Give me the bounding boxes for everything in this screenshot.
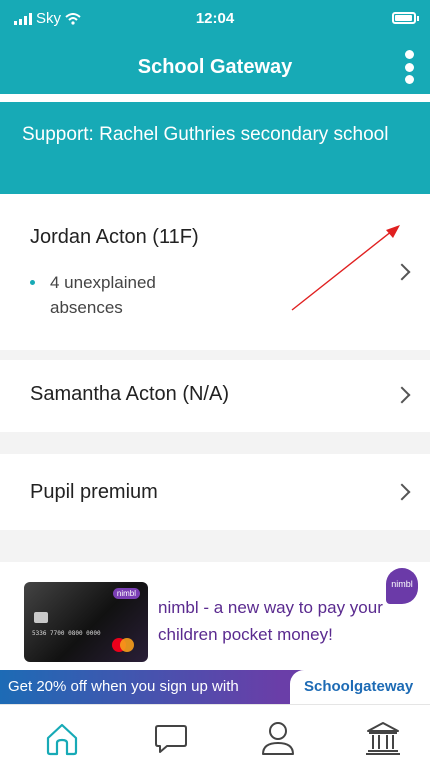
tab-profile[interactable] — [250, 715, 306, 761]
person-icon — [262, 722, 294, 755]
ad-headline: nimbl - a new way to pay your children p… — [158, 598, 383, 644]
nimbl-card-image: nimbl 5336 7700 0800 0000 — [24, 582, 148, 662]
schoolgateway-logo: Schoolgateway — [290, 670, 430, 704]
tab-messages[interactable] — [143, 715, 199, 761]
mastercard-logo-icon — [120, 638, 134, 652]
header-divider — [0, 94, 430, 102]
pupil-name: Jordan Acton (11F) — [30, 226, 199, 248]
support-banner[interactable]: Support: Rachel Guthries secondary schoo… — [0, 102, 430, 194]
status-time: 12:04 — [195, 10, 235, 27]
tab-bar — [0, 704, 430, 769]
promo-text: Get 20% off when you sign up with — [8, 678, 239, 695]
pupil-premium-row[interactable]: Pupil premium — [0, 454, 430, 530]
pupil-name: Samantha Acton (N/A) — [30, 383, 229, 405]
pupil-premium-label: Pupil premium — [30, 481, 158, 503]
tab-school[interactable] — [355, 715, 411, 761]
nimbl-ad-banner[interactable]: nimbl 5336 7700 0800 0000 nimbl nimbl - … — [0, 562, 430, 704]
chevron-right-icon — [393, 483, 411, 501]
page-title: School Gateway — [137, 56, 293, 78]
status-bar: Sky 12:04 — [0, 0, 430, 44]
nav-bar: School Gateway — [0, 44, 430, 94]
card-brand: nimbl — [112, 588, 140, 599]
promo-strip: Get 20% off when you sign up with School… — [0, 670, 430, 704]
bank-icon — [366, 722, 400, 755]
pupil-row-samantha[interactable]: Samantha Acton (N/A) — [0, 360, 430, 432]
chevron-right-icon — [393, 386, 411, 404]
pupil-row-jordan[interactable]: Jordan Acton (11F) 4 unexplained absence… — [0, 194, 430, 350]
alert-text: 4 unexplained absences — [50, 273, 156, 317]
section-gap — [0, 350, 430, 360]
pupil-alert: 4 unexplained absences — [30, 270, 210, 320]
card-number: 5336 7700 0800 0000 — [32, 630, 101, 637]
section-gap — [0, 530, 430, 562]
chat-bubble-icon — [155, 725, 187, 753]
battery-icon — [392, 12, 419, 24]
section-gap — [0, 432, 430, 454]
tab-home[interactable] — [34, 715, 90, 761]
chevron-right-icon — [393, 263, 411, 281]
more-options-icon[interactable] — [402, 50, 416, 84]
home-icon — [46, 723, 78, 756]
card-chip-icon — [34, 612, 48, 623]
bullet-icon — [30, 280, 35, 285]
